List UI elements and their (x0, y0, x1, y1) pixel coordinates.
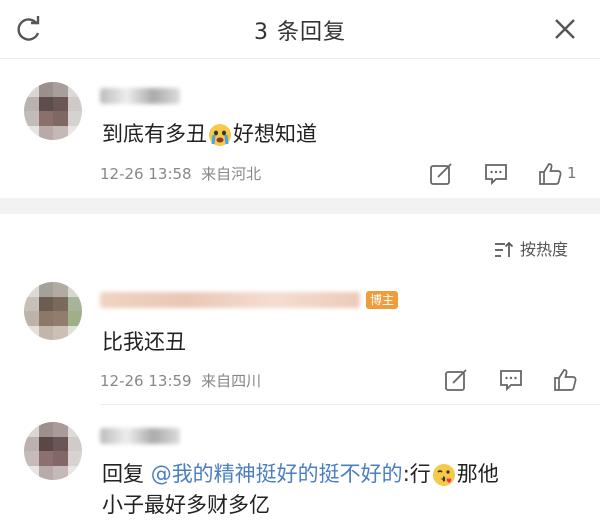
repost-icon[interactable] (428, 161, 454, 187)
sort-icon (495, 241, 514, 257)
repost-icon[interactable] (443, 367, 469, 393)
comment-text-line2: 小子最好多财多亿 (102, 493, 270, 517)
comment-meta: 12-26 13:58 来自河北 (100, 165, 262, 183)
row-divider (100, 404, 600, 405)
username-blurred[interactable] (100, 292, 360, 308)
crying-face-icon (209, 124, 231, 146)
section-divider (0, 198, 600, 214)
kiss-face-icon (432, 464, 455, 486)
like-icon[interactable] (552, 367, 578, 393)
author-badge: 博主 (366, 291, 399, 309)
mention-link[interactable]: @我的精神挺好的挺不好的 (151, 462, 403, 486)
username-blurred[interactable] (100, 88, 180, 104)
avatar[interactable] (24, 82, 82, 140)
sort-button[interactable]: 按热度 (494, 236, 568, 260)
comment-icon[interactable] (483, 161, 509, 187)
avatar[interactable] (24, 282, 82, 340)
comment-icon[interactable] (498, 367, 524, 393)
comment-text: 到底有多丑 好想知道 (102, 122, 317, 146)
comment-text: 比我还丑 (102, 330, 186, 354)
page-title: 3 条回复 (254, 20, 346, 45)
like-icon[interactable] (537, 161, 563, 187)
username-blurred[interactable] (100, 428, 180, 444)
close-icon[interactable] (550, 14, 580, 44)
avatar[interactable] (24, 422, 82, 480)
comment-text: 回复 @我的精神挺好的挺不好的:行 那他 (102, 462, 499, 486)
comment-meta: 12-26 13:59 来自四川 (100, 372, 262, 390)
like-count: 1 (567, 164, 577, 182)
header: 3 条回复 (0, 0, 600, 59)
